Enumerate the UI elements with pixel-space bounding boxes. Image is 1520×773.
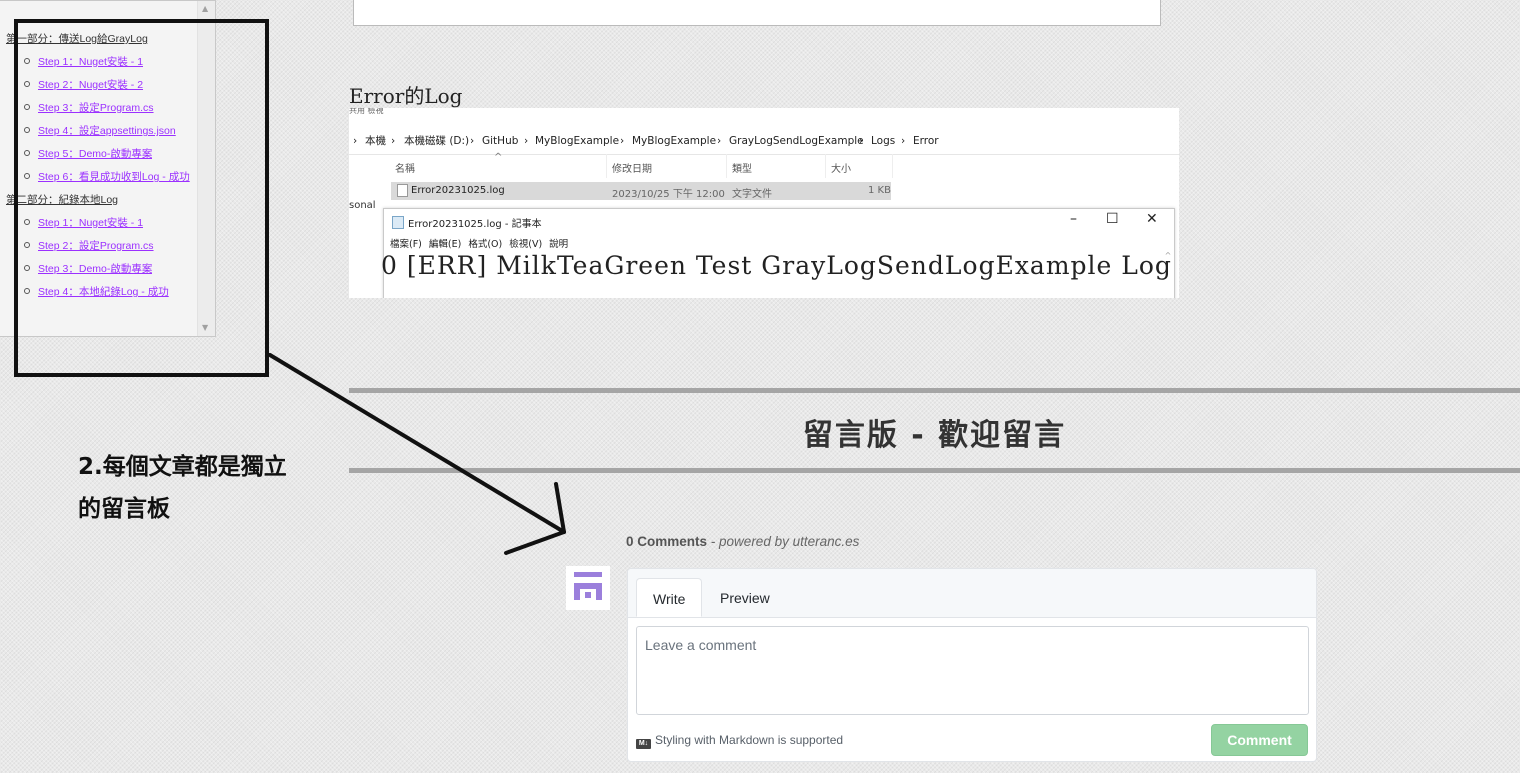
nav-pane-partial: sonal [349,200,376,211]
avatar[interactable] [566,566,610,610]
tab-preview[interactable]: Preview [704,578,786,617]
article-screenshot: 共用 檢視 › 本機 › 本機磁碟 (D:) › GitHub › MyBlog… [349,108,1179,298]
comments-header: 0 Comments - powered by utteranc.es [626,534,859,549]
scroll-up-icon[interactable]: ▲ [202,4,208,13]
sort-arrow-icon: ^ [494,152,503,163]
markdown-note[interactable]: M↓ Styling with Markdown is supported [636,733,843,749]
file-modified: 2023/10/25 下午 12:00 [612,189,725,200]
annotation-text: 2.每個文章都是獨立 的留言板 [78,454,287,522]
notepad-content: 0 [ERR] MilkTeaGreen Test GrayLogSendLog… [381,251,1179,280]
guestbook-title: 留言版 - 歡迎留言 [802,418,1067,453]
minimize-icon: – [1070,211,1077,227]
explorer-address-bar: › 本機 › 本機磁碟 (D:) › GitHub › MyBlogExampl… [349,128,1179,155]
column-header: 修改日期 [612,164,652,175]
file-size: 1 KB [868,185,891,196]
breadcrumb-item: 本機 [365,135,386,147]
column-header: 名稱 [395,164,415,175]
breadcrumb-item: 本機磁碟 (D:) [404,135,470,147]
breadcrumb-item: Logs [871,135,896,147]
comment-input[interactable] [636,626,1309,715]
annotation-highlight-box [14,19,269,377]
markdown-icon: M↓ [636,739,651,749]
breadcrumb-item: Error [913,135,939,147]
file-name: Error20231025.log [411,185,505,196]
comment-count: 0 Comments [626,534,708,549]
column-header: 類型 [732,164,752,175]
divider [349,468,1520,473]
breadcrumb-item: MyBlogExample [535,135,620,147]
comment-tabs: Write Preview [628,569,1316,618]
notepad-icon [392,216,404,229]
section-heading: Error的Log [349,84,463,108]
column-header: 大小 [831,164,851,175]
notepad-menu: 檔案(F) 編輯(E) 格式(O) 檢視(V) 說明 [390,239,569,250]
breadcrumb-item: GitHub [482,135,519,147]
maximize-icon: ☐ [1106,211,1119,227]
notepad-scrollbar: ^ [1164,251,1172,260]
notepad-title: Error20231025.log - 記事本 [392,215,542,230]
close-icon: ✕ [1146,211,1158,227]
comment-form: Write Preview M↓Styling with Markdown is… [627,568,1317,762]
powered-by[interactable]: - powered by utteranc.es [711,534,860,549]
divider [349,388,1520,393]
tab-write[interactable]: Write [636,578,703,617]
breadcrumb-item: GrayLogSendLogExample [729,135,864,147]
explorer-menu-strip: 共用 檢視 [349,108,384,115]
text-file-icon [397,184,408,197]
notepad-window: Error20231025.log - 記事本 – ☐ ✕ 檔案(F) 編輯(E… [381,208,1179,298]
comment-submit-button[interactable]: Comment [1211,724,1308,756]
article-image-frame [353,0,1161,26]
file-type: 文字文件 [732,189,772,200]
breadcrumb-item: MyBlogExample [632,135,717,147]
